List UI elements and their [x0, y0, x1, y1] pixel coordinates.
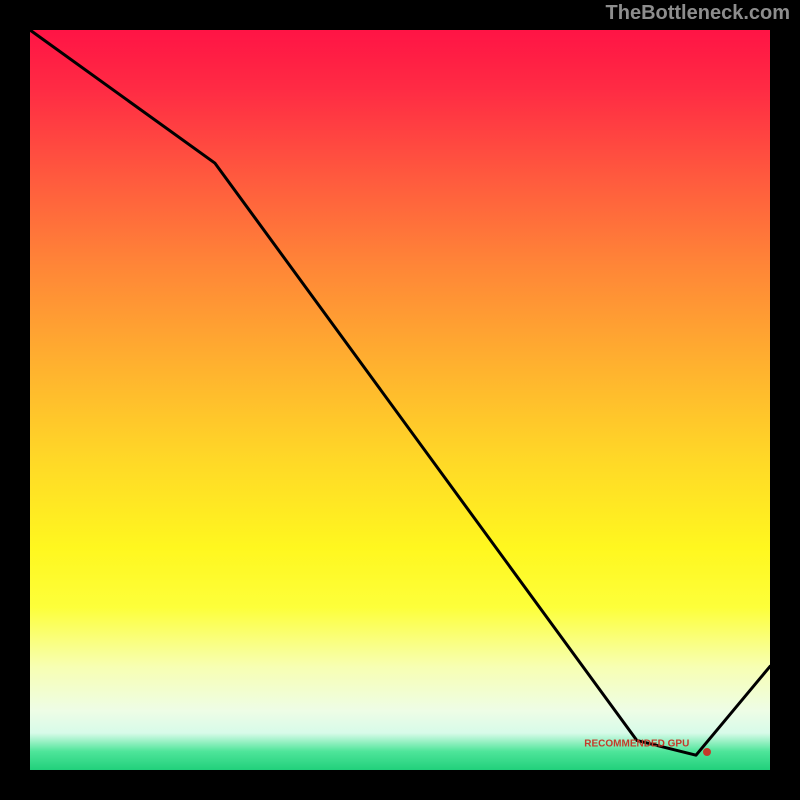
recommended-gpu-marker	[703, 748, 711, 756]
plot-area: RECOMMENDED GPU	[30, 30, 770, 770]
chart-stage: TheBottleneck.com RECOMMENDED GPU	[0, 0, 800, 800]
bottleneck-line	[30, 30, 770, 770]
watermark-text: TheBottleneck.com	[606, 2, 790, 25]
recommended-gpu-label: RECOMMENDED GPU	[584, 739, 689, 750]
